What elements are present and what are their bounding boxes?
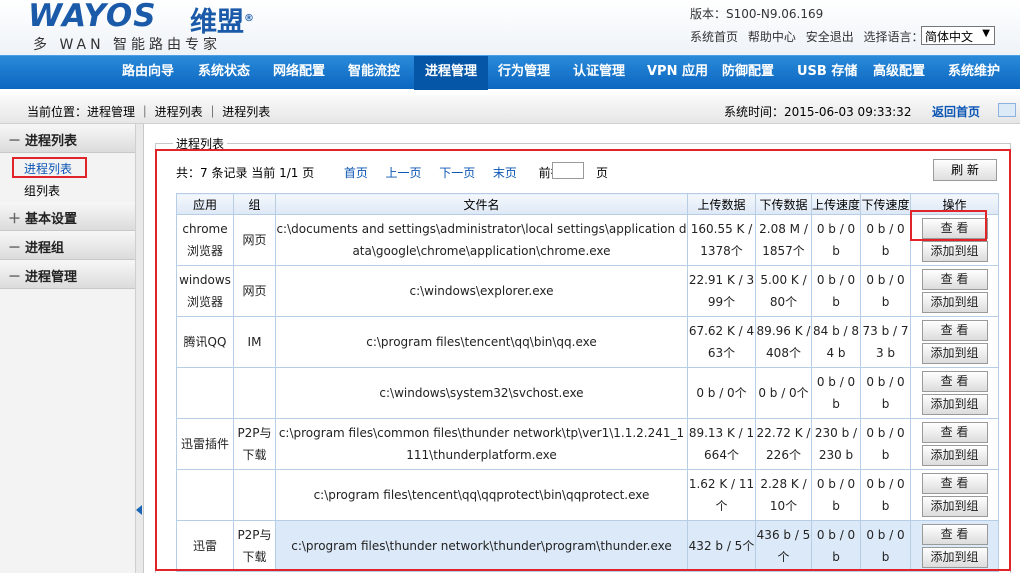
- nav-tab-defense-config[interactable]: 防御配置: [722, 56, 790, 90]
- collapse-icon: －: [8, 241, 22, 256]
- sidebar-item-group-list[interactable]: 组列表: [24, 182, 60, 199]
- nav-tab-behavior-mgmt[interactable]: 行为管理: [498, 56, 566, 90]
- language-value: 简体中文: [925, 30, 974, 44]
- collapse-arrow-icon[interactable]: [136, 505, 142, 515]
- top-links: 系统首页 帮助中心 安全退出 选择语言：: [690, 28, 930, 45]
- expand-icon: ＋: [8, 212, 22, 227]
- nav-tab-process-mgmt[interactable]: 进程管理: [414, 56, 488, 90]
- link-system-home[interactable]: 系统首页: [690, 30, 738, 44]
- header: WAYOS 维盟® 多 WAN 智能路由专家 版本：S100-N9.06.169…: [0, 0, 1020, 55]
- highlight-box-view-button: [910, 210, 987, 241]
- sidebar-group-process-list[interactable]: －进程列表: [0, 124, 135, 153]
- logo: WAYOS: [28, 0, 157, 34]
- link-help-center[interactable]: 帮助中心: [748, 30, 796, 44]
- sidebar-group-label: 进程管理: [25, 270, 78, 285]
- nav-tab-vpn[interactable]: VPN 应用: [647, 56, 715, 90]
- sidebar-group-basic-settings[interactable]: ＋基本设置: [0, 202, 135, 231]
- breadcrumb-bar: 当前位置：进程管理 ｜ 进程列表 ｜ 进程列表 系统时间：2015-06-03 …: [0, 95, 1020, 124]
- back-home-icon[interactable]: [998, 103, 1016, 117]
- logo-text: WAYOS: [28, 0, 157, 34]
- sidebar: －进程列表 进程列表 组列表 ＋基本设置 －进程组 －进程管理: [0, 124, 136, 573]
- sidebar-group-process-management[interactable]: －进程管理: [0, 260, 135, 289]
- collapse-icon: －: [8, 134, 22, 149]
- back-home-link[interactable]: 返回首页: [932, 103, 980, 120]
- language-select[interactable]: 简体中文 ▼: [921, 26, 995, 45]
- nav-tab-network-config[interactable]: 网络配置: [273, 56, 341, 90]
- nav-tab-usb-storage[interactable]: USB 存储: [797, 56, 865, 90]
- nav-tab-smart-flow[interactable]: 智能流控: [348, 56, 416, 90]
- system-time: 系统时间：2015-06-03 09:33:32: [724, 105, 912, 119]
- nav-tab-system-maintenance[interactable]: 系统维护: [948, 56, 1016, 90]
- breadcrumb: 当前位置：进程管理 ｜ 进程列表 ｜ 进程列表: [27, 105, 271, 119]
- link-logout[interactable]: 安全退出: [806, 30, 854, 44]
- sidebar-group-label: 进程组: [25, 241, 65, 256]
- registered-mark: ®: [244, 13, 254, 24]
- sidebar-group-process-group[interactable]: －进程组: [0, 231, 135, 260]
- sidebar-group-label: 基本设置: [25, 212, 78, 227]
- nav-tab-auth-mgmt[interactable]: 认证管理: [573, 56, 641, 90]
- nav-tab-system-status[interactable]: 系统状态: [198, 56, 266, 90]
- highlight-box-table: [155, 149, 1011, 571]
- highlight-box-sidebar: [12, 157, 87, 178]
- slogan: 多 WAN 智能路由专家: [33, 37, 222, 53]
- nav-tab-route-wizard[interactable]: 路由向导: [122, 56, 190, 90]
- main-nav: 路由向导 系统状态 网络配置 智能流控 进程管理 行为管理 认证管理 VPN 应用 防御配置 US…: [0, 55, 1020, 90]
- sidebar-group-label: 进程列表: [25, 134, 78, 149]
- language-label: 选择语言：: [863, 30, 924, 44]
- nav-tab-advanced-config[interactable]: 高级配置: [873, 56, 941, 90]
- collapse-icon: －: [8, 270, 22, 285]
- chevron-down-icon: ▼: [982, 28, 990, 39]
- firmware-version: 版本：S100-N9.06.169: [690, 7, 824, 21]
